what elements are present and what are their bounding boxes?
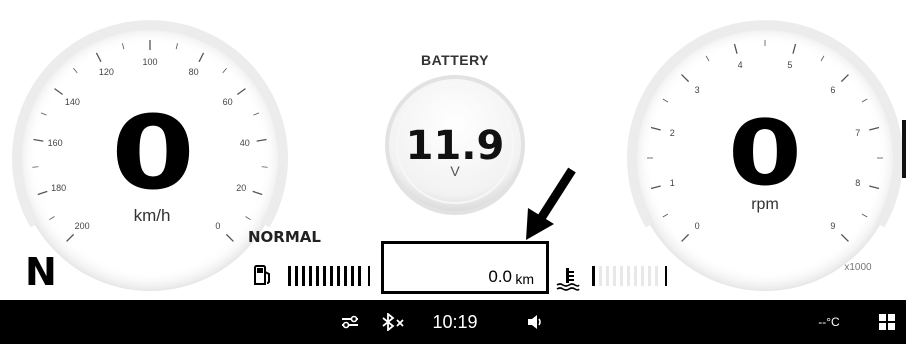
speedometer-tick-label: 100 — [142, 57, 158, 67]
battery-voltage: 11.9 — [405, 123, 505, 169]
tachometer-tick-label: 5 — [787, 60, 793, 71]
level-end-marker — [368, 266, 370, 286]
bluetooth-off-icon[interactable] — [378, 300, 408, 344]
level-segment — [309, 266, 312, 286]
rpm-value: 0 — [728, 101, 802, 206]
level-segment — [295, 266, 298, 286]
tachometer-tick-label: 8 — [855, 177, 861, 188]
speedometer-tick-label: 160 — [47, 137, 63, 148]
speed-unit: km/h — [133, 206, 171, 225]
rpm-unit: rpm — [751, 196, 779, 213]
edge-marker — [902, 120, 906, 178]
speedometer-tick-label: 140 — [64, 96, 80, 107]
level-end-marker — [665, 266, 667, 286]
level-segment — [323, 266, 326, 286]
level-segment — [655, 266, 658, 286]
drive-mode: NORMAL — [248, 228, 321, 246]
level-segment — [351, 266, 354, 286]
tachometer-tick-label: 2 — [669, 128, 675, 139]
speedometer-tick-label: 180 — [51, 182, 67, 193]
tachometer-tick-label: 9 — [830, 220, 836, 231]
speedometer-tick-label: 80 — [188, 67, 199, 78]
speedometer-tick-label: 200 — [74, 220, 90, 231]
speedometer-tick-label: 20 — [236, 182, 247, 193]
level-segment — [641, 266, 644, 286]
rpm-multiplier: x1000 — [844, 262, 872, 273]
trip-value: 0.0 — [488, 267, 512, 286]
tachometer-tick-label: 3 — [694, 85, 700, 96]
fuel-level-bars — [288, 266, 370, 286]
tachometer-tick-label: 0 — [694, 220, 700, 231]
connection-icon[interactable] — [337, 300, 363, 344]
speedometer-tick-label: 60 — [222, 96, 233, 107]
speedometer-tick-label: 120 — [98, 67, 114, 78]
level-segment — [344, 266, 347, 286]
speed-value: 0 — [111, 94, 195, 213]
level-segment — [634, 266, 637, 286]
level-segment — [330, 266, 333, 286]
level-segment — [288, 266, 291, 286]
coolant-temp-icon — [555, 266, 581, 292]
instrument-cluster: 0 20 40 60 80 100 120 140 160 180 200 0 1 2 3 4 5 6 7 8 9 0… — [0, 0, 906, 300]
level-segment — [599, 266, 602, 286]
level-segment — [302, 266, 305, 286]
battery-unit: V — [450, 163, 460, 179]
tachometer-tick-label: 6 — [830, 85, 836, 96]
apps-grid-icon[interactable] — [875, 300, 899, 344]
gear-indicator: N — [25, 250, 57, 294]
battery-title: BATTERY — [420, 52, 490, 68]
tachometer-tick-label: 1 — [669, 177, 675, 188]
trip-box: 0.0 km — [381, 241, 549, 294]
pointer-arrow — [526, 167, 576, 240]
level-segment — [358, 266, 361, 286]
speedometer-tick-label: 0 — [215, 220, 221, 231]
status-bar: 10:19 --°C — [0, 300, 906, 344]
level-segment — [627, 266, 630, 286]
level-segment — [316, 266, 319, 286]
outside-temperature: --°C — [818, 315, 840, 329]
level-segment — [613, 266, 616, 286]
level-segment — [620, 266, 623, 286]
level-segment — [648, 266, 651, 286]
tachometer-tick-label: 4 — [737, 60, 743, 71]
coolant-level-bars — [592, 266, 672, 286]
fuel-pump-icon — [253, 264, 273, 286]
level-segment — [606, 266, 609, 286]
level-segment — [337, 266, 340, 286]
tachometer-tick-label: 7 — [855, 128, 861, 139]
speedometer-tick-label: 40 — [239, 137, 250, 148]
clock-time: 10:19 — [432, 311, 478, 332]
volume-icon[interactable] — [524, 300, 546, 344]
level-segment — [592, 266, 595, 286]
trip-unit: km — [515, 271, 534, 287]
